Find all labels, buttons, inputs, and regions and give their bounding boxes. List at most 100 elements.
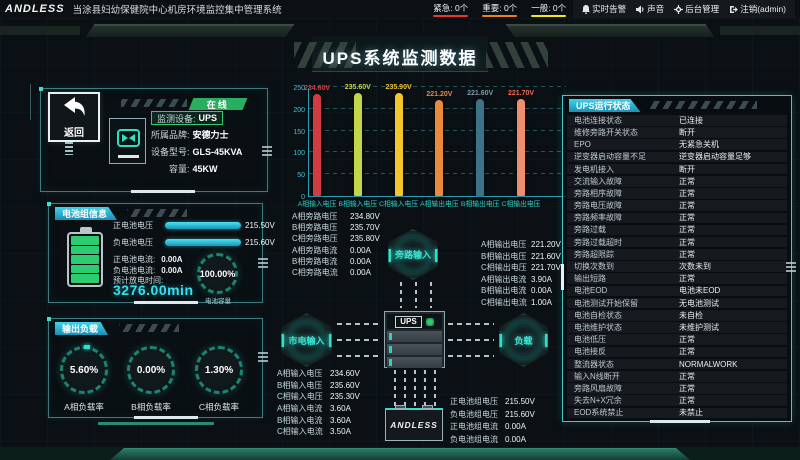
status-row: EPO 无紧急关机 <box>567 139 787 150</box>
status-row: 交流输入故障 正常 <box>567 176 787 187</box>
kv-value: 215.50V <box>505 397 535 406</box>
status-label: EPO <box>574 140 591 149</box>
pos-voltage-bar-row: 正电池电压 215.50V <box>113 220 275 231</box>
kv-value: 0.00A <box>505 435 526 444</box>
kv-label: B相输出电流 <box>481 285 531 296</box>
status-row: 整流器状态 NORMALWORK <box>567 359 787 370</box>
voltage-bar-chart: 050100150200250 234.60VA相输入电压235.60VB相输入… <box>294 85 570 211</box>
brand-row: 所属品牌: 安德力士 <box>151 127 263 142</box>
logout-button[interactable]: 注销(admin) <box>729 3 786 15</box>
deco-band-right <box>505 24 714 37</box>
status-label: 输出短路 <box>574 273 606 284</box>
realtime-alarm-button[interactable]: 实时告警 <box>582 3 626 15</box>
input-row: C相输入电流 3.50A <box>277 426 387 438</box>
ups-rack-label: UPS <box>395 316 421 328</box>
status-label: 旁路相序故障 <box>574 188 622 199</box>
kv-value: 0.00A <box>531 286 552 295</box>
dash-line <box>414 370 416 406</box>
logout-icon <box>729 5 738 14</box>
status-value: 正常 <box>679 237 695 248</box>
status-row: 电池自检状态 未自检 <box>567 310 787 321</box>
status-label: 切换次数到 <box>574 261 614 272</box>
dash-line <box>400 282 402 308</box>
status-value: 正常 <box>679 334 695 345</box>
neg-voltage-bar-row: 负电池电压 215.60V <box>113 237 275 248</box>
device-type-row: 监测设备: UPS <box>151 111 223 125</box>
bar <box>313 94 321 196</box>
bypass-list: A相旁路电压 234.80V B相旁路电压 235.70V C相旁路电压 235… <box>292 211 404 278</box>
dash-line <box>434 370 436 406</box>
status-value: 无电池测试 <box>679 298 719 309</box>
mains-input-node: 市电输入 <box>278 313 335 367</box>
alarm-badge[interactable]: 紧急: 0个 <box>433 2 468 17</box>
load-a-value: 5.60% <box>70 365 98 376</box>
status-row: 电池测试开始保留 无电池测试 <box>567 298 787 309</box>
mains-node-accent-right <box>329 334 333 347</box>
status-value: 正常 <box>679 273 695 284</box>
alarm-badge[interactable]: 一般: 0个 <box>531 2 566 17</box>
bar-value-label: 235.90V <box>377 84 421 91</box>
status-label: 交流输入故障 <box>574 176 622 187</box>
status-label: 旁路过载超时 <box>574 237 622 248</box>
status-label: 维修旁路开关状态 <box>574 127 638 138</box>
status-panel-edge-highlight <box>561 264 564 290</box>
battery-group-row: 负电池组电流 0.00A <box>450 433 568 446</box>
arrow-left-glyph <box>129 134 135 142</box>
kv-label: B相输出电压 <box>481 251 531 262</box>
pos-current-label: 正电池电流: <box>113 255 155 264</box>
bar <box>354 93 362 196</box>
kv-value: 1.00A <box>531 298 552 307</box>
kv-value: 221.20V <box>531 240 561 249</box>
alarm-badge-label: 一般: 0个 <box>531 2 566 14</box>
dash-line <box>337 323 382 325</box>
battery-group-row: 正电池组电压 215.50V <box>450 395 568 408</box>
deco-band-right-end <box>720 26 800 35</box>
battery-panel-tab: 电池组信息 <box>55 207 117 220</box>
status-label: 逆变器启动容量不足 <box>574 151 646 162</box>
status-label: 电池维护状态 <box>574 322 622 333</box>
status-value: 断开 <box>679 164 695 175</box>
status-panel-edge-deco <box>786 262 796 274</box>
status-row: 电池EOD 电池未EOD <box>567 286 787 297</box>
status-row: 切换次数到 次数未到 <box>567 261 787 272</box>
battery-cell <box>71 274 99 283</box>
kv-value: 215.60V <box>505 410 535 419</box>
kv-value: 234.80V <box>350 212 380 221</box>
admin-button[interactable]: 后台管理 <box>674 3 719 15</box>
back-button[interactable]: 返回 <box>48 92 100 142</box>
kv-value: 0.00A <box>350 257 371 266</box>
panel3-bottom-deco <box>98 422 214 425</box>
alarm-badge[interactable]: 重要: 0个 <box>482 2 517 17</box>
bar-group: 221.20VA相输出电压 <box>435 87 443 196</box>
load-gauge-c: 1.30% <box>195 346 243 394</box>
battery-cell <box>71 246 99 255</box>
ups-to-battery-dashes <box>394 370 436 406</box>
y-axis-tick: 50 <box>297 172 305 179</box>
status-row: 输出短路 正常 <box>567 273 787 284</box>
panel-connector-line <box>30 84 31 120</box>
status-rows: 电池连接状态 已连接 维修旁路开关状态 断开 EPO 无紧急关机 逆变 <box>567 115 787 420</box>
status-value: 正常 <box>679 371 695 382</box>
bar-value-label: 221.20V <box>417 91 461 98</box>
y-axis-tick: 100 <box>293 150 305 157</box>
status-value: 正常 <box>679 383 695 394</box>
model-label: 设备型号: <box>151 145 190 158</box>
system-title: 当涂县妇幼保健院中心机房环境监控集中管理系统 <box>73 2 282 16</box>
back-button-label: 返回 <box>64 124 84 139</box>
status-row: 电池低压 正常 <box>567 334 787 345</box>
battery-icon <box>67 232 103 287</box>
sound-button[interactable]: 声音 <box>636 3 664 15</box>
ups-rack: UPS <box>384 311 445 368</box>
kv-label: 正电池组电压 <box>450 396 505 407</box>
mains-to-ups-dashes <box>337 323 382 357</box>
mains-node-accent-left <box>280 334 284 347</box>
pos-current-row: 正电池电流:0.00A <box>113 254 183 265</box>
status-row: 电池接反 正常 <box>567 347 787 358</box>
dash-line <box>337 339 382 341</box>
status-label: 电池EOD <box>574 285 607 296</box>
bypass-to-ups-dashes <box>400 282 432 308</box>
panel3-edge-deco <box>258 352 268 364</box>
load-a-label: A相负载率 <box>49 401 119 413</box>
battery-group-list: 正电池组电压 215.50V 负电池组电压 215.60V 正电池组电流 0.0… <box>450 395 568 446</box>
device-info-rows: 监测设备: UPS 所属品牌: 安德力士 设备型号: GLS-45KVA 容量:… <box>151 111 263 178</box>
